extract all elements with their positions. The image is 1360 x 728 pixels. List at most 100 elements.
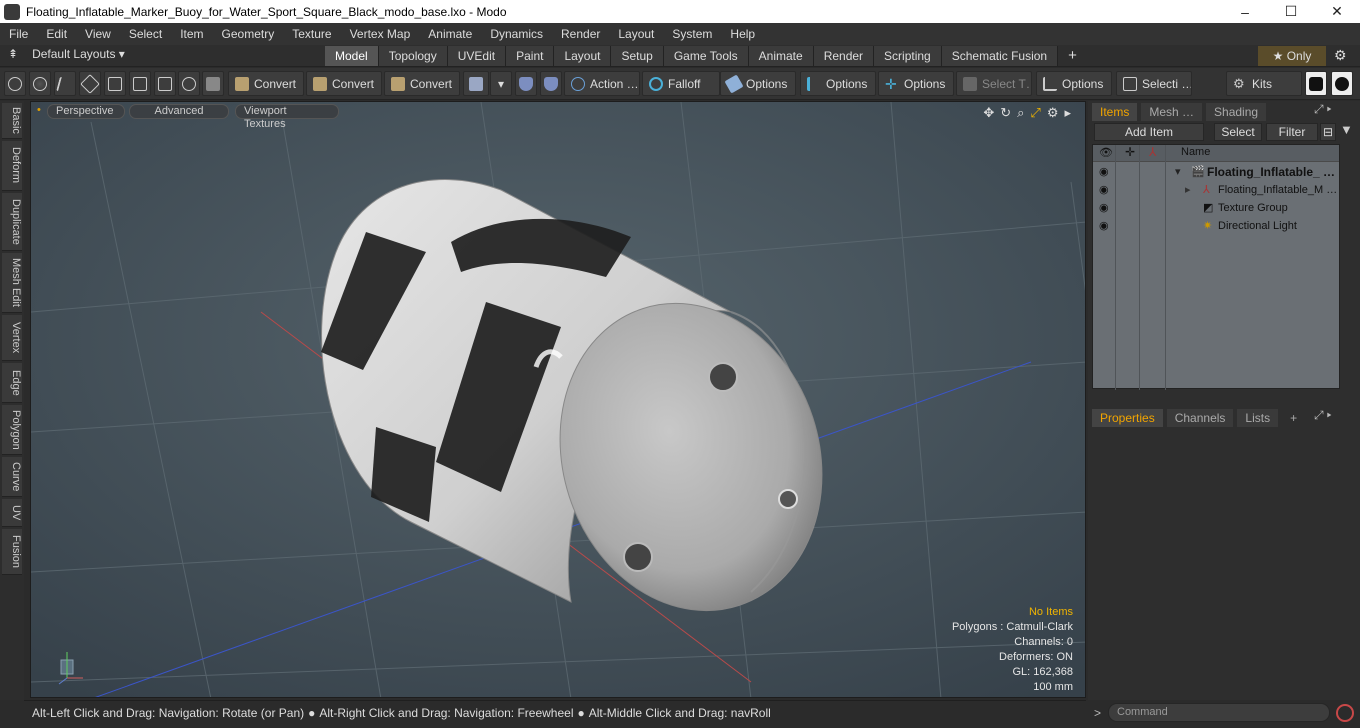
mesh-cube-icon[interactable]	[463, 71, 489, 96]
tab-vertex[interactable]: Vertex	[2, 315, 22, 361]
tab-topology[interactable]: Topology	[378, 46, 448, 66]
menu-file[interactable]: File	[0, 27, 37, 41]
tab-edge[interactable]: Edge	[2, 363, 22, 403]
action-center-button[interactable]: Action …	[564, 71, 640, 96]
add-item-button[interactable]: Add Item	[1094, 123, 1204, 141]
options-button-3[interactable]: ✛ Options	[878, 71, 954, 96]
menu-vertex-map[interactable]: Vertex Map	[341, 27, 420, 41]
visibility-eye-icon[interactable]: ◉	[1099, 199, 1109, 217]
tab-paint[interactable]: Paint	[506, 46, 555, 66]
convert-button-1[interactable]: Convert	[228, 71, 304, 96]
tab-render[interactable]: Render	[813, 46, 875, 66]
tab-duplicate[interactable]: Duplicate	[2, 193, 22, 251]
options-button-2[interactable]: Options	[800, 71, 876, 96]
tab-shading[interactable]: Shading	[1206, 103, 1267, 121]
menu-texture[interactable]: Texture	[283, 27, 340, 41]
viewport-textures-dropdown[interactable]: Viewport Textures	[235, 104, 339, 130]
convert-button-3[interactable]: Convert	[384, 71, 460, 96]
list-item[interactable]: ◉ ◩ Texture Group	[1093, 199, 1339, 217]
list-item[interactable]: ◉ ✷ Directional Light	[1093, 217, 1339, 235]
tab-uv[interactable]: UV	[2, 499, 22, 527]
visibility-eye-icon[interactable]: ◉	[1099, 163, 1109, 181]
dropdown-arrow-icon[interactable]: ▾	[490, 71, 512, 96]
tab-lists[interactable]: Lists	[1237, 409, 1279, 427]
tab-model[interactable]: Model	[325, 46, 379, 66]
expand-arrow-icon[interactable]: ▾	[1175, 163, 1181, 181]
sphere-mode-icon[interactable]	[29, 71, 51, 96]
tab-polygon[interactable]: Polygon	[2, 405, 22, 455]
menu-render[interactable]: Render	[552, 27, 609, 41]
menu-select[interactable]: Select	[120, 27, 171, 41]
filter-button[interactable]: Filter	[1266, 123, 1318, 141]
list-item[interactable]: ◉ ▾ 🎬 Floating_Inflatable_ …	[1093, 163, 1339, 181]
maximize-button[interactable]: ☐	[1268, 0, 1314, 23]
selection-sets-button[interactable]: Selecti …	[1116, 71, 1192, 96]
tab-items[interactable]: Items	[1092, 103, 1138, 121]
viewport-expand-icon[interactable]: ▸	[1064, 105, 1071, 121]
layout-expand-icon[interactable]: ⇞	[8, 47, 18, 61]
close-button[interactable]: ✕	[1314, 0, 1360, 23]
unity-icon[interactable]	[1305, 71, 1327, 96]
menu-system[interactable]: System	[663, 27, 721, 41]
select-button[interactable]: Select	[1214, 123, 1262, 141]
tab-layout[interactable]: Layout	[554, 46, 612, 66]
fit-icon[interactable]: ⤢	[1030, 105, 1040, 121]
options-button-1[interactable]: Options	[720, 71, 796, 96]
unreal-icon[interactable]	[1331, 71, 1353, 96]
menu-animate[interactable]: Animate	[419, 27, 481, 41]
options-button-4[interactable]: Options	[1036, 71, 1112, 96]
falloff-button[interactable]: Falloff	[642, 71, 720, 96]
tab-scripting[interactable]: Scripting	[874, 46, 942, 66]
collapse-icon[interactable]: ⊟	[1320, 123, 1336, 141]
menu-dynamics[interactable]: Dynamics	[481, 27, 552, 41]
type-column-icon[interactable]: ⅄	[1149, 145, 1156, 159]
visibility-eye-icon[interactable]: ◉	[1099, 181, 1109, 199]
funnel-icon[interactable]: ▼	[1340, 122, 1353, 137]
item-list[interactable]: 👁 ✛ ⅄ Name ◉ ▾ 🎬 Floating_Inflatable_ … …	[1092, 144, 1340, 390]
tab-basic[interactable]: Basic	[2, 103, 22, 139]
menu-help[interactable]: Help	[721, 27, 764, 41]
add-tab-icon[interactable]: +	[1282, 409, 1305, 427]
visibility-eye-icon[interactable]: ◉	[1099, 217, 1109, 235]
command-input[interactable]: Command	[1108, 703, 1330, 722]
convert-button-2[interactable]: Convert	[306, 71, 382, 96]
brush-tool-icon[interactable]	[79, 71, 101, 96]
menu-geometry[interactable]: Geometry	[213, 27, 284, 41]
snap-shield-icon[interactable]	[540, 71, 562, 96]
viewport-settings-icon[interactable]: ⚙	[1047, 105, 1059, 121]
pen-tool-icon[interactable]	[54, 71, 76, 96]
menu-layout[interactable]: Layout	[609, 27, 663, 41]
zoom-icon[interactable]: ⌕	[1017, 105, 1024, 121]
advanced-dropdown[interactable]: Advanced	[129, 104, 229, 119]
default-layouts-dropdown[interactable]: Default Layouts ▾	[32, 47, 125, 61]
tab-deform[interactable]: Deform	[2, 141, 22, 191]
rotate-icon[interactable]: ↻	[1000, 105, 1011, 121]
kits-button[interactable]: ⚙ Kits	[1226, 71, 1302, 96]
properties-expand-icon[interactable]: ⤢ ▸	[1314, 408, 1332, 423]
menu-item[interactable]: Item	[171, 27, 212, 41]
tab-game-tools[interactable]: Game Tools	[663, 46, 749, 66]
pan-icon[interactable]: ✥	[983, 105, 994, 121]
panel-expand-icon[interactable]: ⤢ ▸	[1314, 102, 1332, 117]
cube-icon[interactable]	[202, 71, 224, 96]
tab-channels[interactable]: Channels	[1166, 409, 1234, 427]
tab-mesh[interactable]: Mesh …	[1141, 103, 1203, 121]
material-mode-icon[interactable]	[178, 71, 200, 96]
select-through-button[interactable]: Select T…	[956, 71, 1032, 96]
layout-gear-icon[interactable]: ⚙	[1334, 47, 1347, 64]
tab-uvedit[interactable]: UVEdit	[447, 46, 507, 66]
item-mode-icon[interactable]	[154, 71, 176, 96]
edge-mode-icon[interactable]	[104, 71, 126, 96]
add-tab-button[interactable]: +	[1058, 46, 1087, 66]
visibility-column-icon[interactable]: 👁	[1099, 146, 1113, 159]
vertex-mode-icon[interactable]	[4, 71, 26, 96]
3d-viewport[interactable]: • Perspective Advanced Viewport Textures…	[30, 101, 1086, 698]
polygon-mode-icon[interactable]	[129, 71, 151, 96]
menu-view[interactable]: View	[76, 27, 120, 41]
tab-properties[interactable]: Properties	[1092, 409, 1163, 427]
tab-schematic-fusion[interactable]: Schematic Fusion	[941, 46, 1059, 66]
menu-edit[interactable]: Edit	[37, 27, 76, 41]
name-column-header[interactable]: Name	[1181, 146, 1210, 158]
minimize-button[interactable]: –	[1222, 0, 1268, 23]
symmetry-shield-icon[interactable]	[515, 71, 537, 96]
